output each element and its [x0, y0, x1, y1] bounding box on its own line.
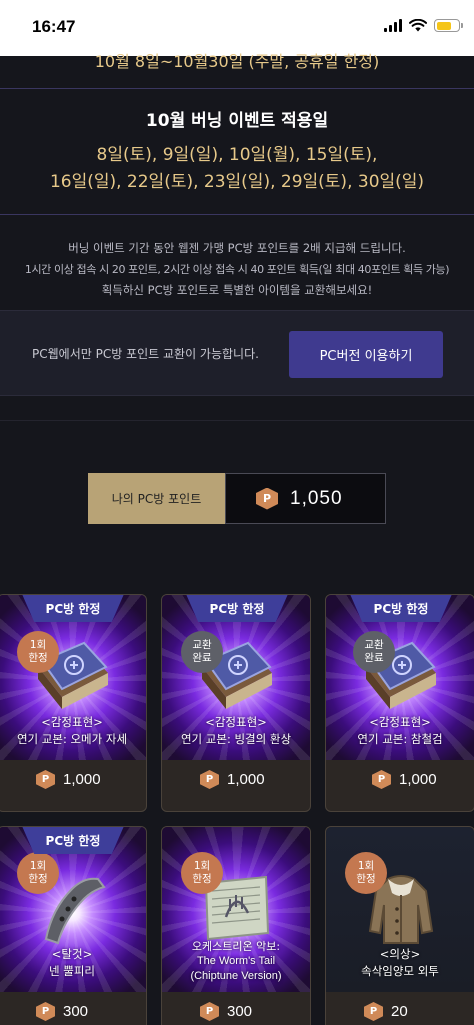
status-time: 16:47: [32, 17, 76, 36]
p-coin-icon: P: [36, 1002, 55, 1021]
p-coin-icon: P: [372, 770, 391, 789]
burning-event-title: 10월 버닝 이벤트 적용일: [145, 111, 329, 131]
limit-badge: 1회 한정: [17, 852, 59, 894]
info-line: 버닝 이벤트 기간 동안 웹젠 가맹 PC방 포인트를 2배 지급해 드립니다.: [68, 241, 406, 255]
limit-badge: 1회 한정: [345, 852, 387, 894]
status-icons: [384, 19, 463, 32]
pc-only-tag: PC방 한정: [350, 595, 452, 622]
pc-web-notice: PC웹에서만 PC방 포인트 교환이 가능합니다. PC버전 이용하기: [0, 310, 474, 396]
divider: [0, 214, 474, 215]
divider: [0, 88, 474, 89]
exchanged-badge: 교환 완료: [181, 631, 223, 673]
item-price: P 300: [162, 1002, 310, 1021]
burning-dates-line: 8일(토), 9일(일), 10일(월), 15일(토),: [96, 145, 378, 165]
pc-version-button[interactable]: PC버전 이용하기: [289, 331, 443, 378]
item-price: P 1,000: [0, 770, 146, 789]
item-name: <감정표현> 연기 교본: 빙결의 환상: [180, 715, 292, 746]
points-value: 1,050: [290, 487, 343, 509]
item-price: P 20: [326, 1002, 474, 1021]
event-period-text: 10월 8일~10월30일 (주말, 공휴일 한정): [94, 52, 380, 70]
p-coin-icon: P: [200, 770, 219, 789]
item-name: <탈것> 넨 뿔피리: [49, 947, 95, 978]
p-coin-icon: P: [256, 487, 278, 510]
item-price: P 1,000: [326, 770, 474, 789]
wifi-icon: [409, 19, 427, 32]
shop-item-card[interactable]: 1회 한정 <의상> 속삭임양모 외투 P 20: [325, 826, 474, 1025]
limit-badge: 1회 한정: [17, 631, 59, 673]
shop-item-card[interactable]: PC방 한정 1회 한정 <탈것> 넨 뿔피리 P 300: [0, 826, 147, 1025]
pc-web-notice-text: PC웹에서만 PC방 포인트 교환이 가능합니다.: [32, 347, 259, 361]
event-info: 버닝 이벤트 기간 동안 웹젠 가맹 PC방 포인트를 2배 지급해 드립니다.…: [0, 238, 474, 301]
divider: [0, 420, 474, 421]
item-price: P 1,000: [162, 770, 310, 789]
item-name: <감정표현> 연기 교본: 참철검: [357, 715, 443, 746]
pc-only-tag: PC방 한정: [22, 827, 124, 854]
item-name: <의상> 속삭임양모 외투: [361, 947, 439, 978]
p-coin-icon: P: [364, 1002, 383, 1021]
exchanged-badge: 교환 완료: [353, 631, 395, 673]
p-coin-icon: P: [36, 770, 55, 789]
info-line: 1시간 이상 접속 시 20 포인트, 2시간 이상 접속 시 40 포인트 획…: [24, 263, 450, 276]
item-name: <감정표현> 연기 교본: 오메가 자세: [16, 715, 128, 746]
item-price: P 300: [0, 1002, 146, 1021]
cellular-signal-icon: [384, 19, 402, 32]
shop-item-card[interactable]: PC방 한정 교환 완료 <감정표현> 연기 교본: 참철검 P 1,000: [325, 594, 474, 812]
points-value-box: P 1,050: [225, 473, 386, 524]
pc-only-tag: PC방 한정: [186, 595, 288, 622]
points-label: 나의 PC방 포인트: [88, 473, 225, 524]
info-line: 획득하신 PC방 포인트로 특별한 아이템을 교환해보세요!: [101, 283, 373, 297]
shop-item-card[interactable]: PC방 한정 교환 완료 <감정표현> 연기 교본: 빙결의 환상 P 1,000: [161, 594, 311, 812]
limit-badge: 1회 한정: [181, 852, 223, 894]
pc-only-tag: PC방 한정: [22, 595, 124, 622]
my-pc-points: 나의 PC방 포인트 P 1,050: [88, 473, 386, 524]
shop-item-card[interactable]: PC방 한정 1회 한정 <감정표현> 연기 교본: 오메가 자세 P 1,000: [0, 594, 147, 812]
battery-icon: [434, 19, 463, 32]
burning-dates-line: 16일(일), 22일(토), 23일(일), 29일(토), 30일(일): [49, 172, 425, 192]
item-name: 오케스트리온 악보: The Worm's Tail (Chiptune Ver…: [190, 940, 282, 982]
p-coin-icon: P: [200, 1002, 219, 1021]
burning-event-dates: 8일(토), 9일(일), 10일(월), 15일(토), 16일(일), 22…: [0, 142, 474, 196]
shop-item-card[interactable]: 1회 한정 오케스트리온 악보: The Worm's Tail (Chiptun…: [161, 826, 311, 1025]
